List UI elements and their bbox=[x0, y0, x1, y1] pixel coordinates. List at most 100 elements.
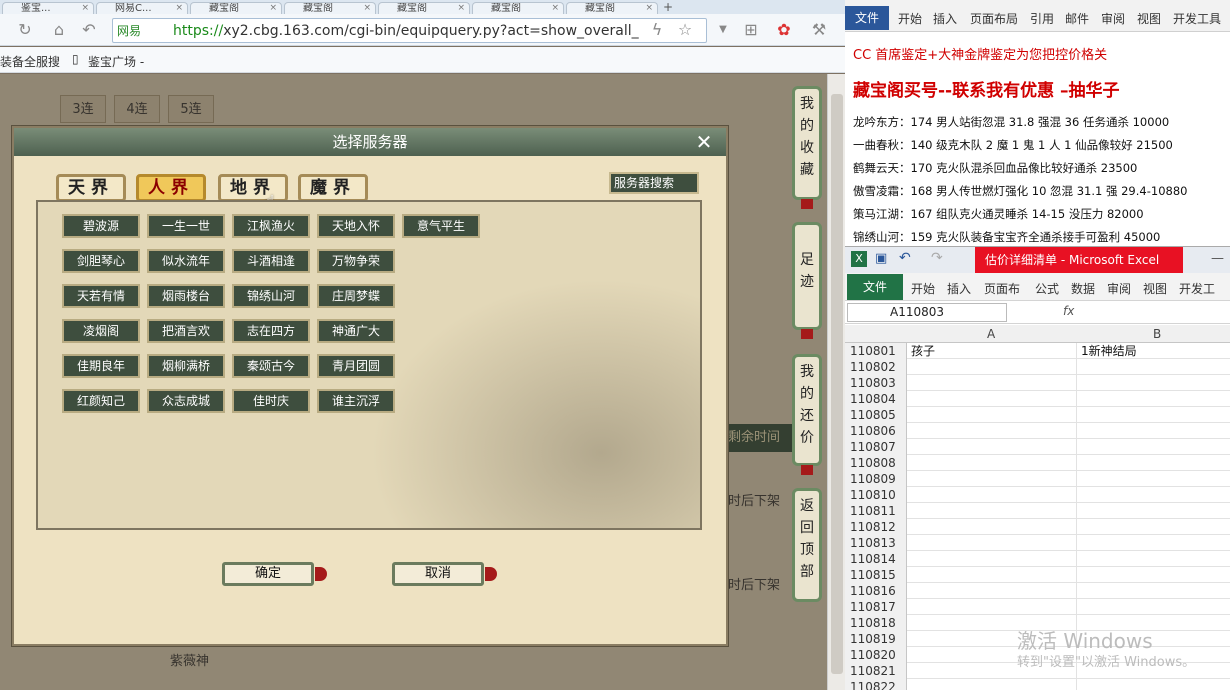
close-icon[interactable]: × bbox=[645, 3, 653, 14]
server-button[interactable]: 佳期良年 bbox=[62, 354, 140, 378]
server-button[interactable]: 万物争荣 bbox=[317, 249, 395, 273]
server-button[interactable]: 天地入怀 bbox=[317, 214, 395, 238]
row-number[interactable]: 110801 bbox=[845, 343, 907, 359]
table-row[interactable]: 110806 bbox=[845, 423, 1230, 439]
server-button[interactable]: 众志成城 bbox=[147, 389, 225, 413]
page-scrollbar[interactable] bbox=[827, 74, 845, 690]
cancel-button[interactable]: 取消 bbox=[392, 562, 497, 586]
table-row[interactable]: 110804 bbox=[845, 391, 1230, 407]
realm-tab-demon[interactable]: 魔界 bbox=[298, 174, 368, 202]
browser-tab[interactable]: 藏宝阁 × bbox=[284, 2, 376, 14]
server-button[interactable]: 烟柳满桥 bbox=[147, 354, 225, 378]
server-button[interactable]: 佳时庆 bbox=[232, 389, 310, 413]
row-number[interactable]: 110802 bbox=[845, 359, 907, 375]
column-header-b[interactable]: B bbox=[1153, 327, 1161, 341]
server-button[interactable]: 庄周梦蝶 bbox=[317, 284, 395, 308]
browser-tab[interactable]: 藏宝阁 × bbox=[472, 2, 564, 14]
browser-tab[interactable]: 网易C... × bbox=[96, 2, 188, 14]
browser-tab-active[interactable]: 藏宝阁 × bbox=[566, 2, 658, 14]
realm-tab-human[interactable]: 人界 bbox=[136, 174, 206, 202]
server-button[interactable]: 斗酒相逢 bbox=[232, 249, 310, 273]
wrench-icon[interactable]: ⚒ bbox=[810, 21, 828, 39]
close-icon[interactable]: × bbox=[81, 3, 89, 14]
excel-ribbon-tab[interactable]: 审阅 bbox=[1107, 280, 1131, 297]
row-number[interactable]: 110812 bbox=[845, 519, 907, 535]
table-row[interactable]: 110809 bbox=[845, 471, 1230, 487]
close-icon[interactable]: × bbox=[269, 3, 277, 14]
bookmark-item[interactable]: 装备全服搜 bbox=[0, 53, 60, 70]
word-ribbon-tab[interactable]: 开始 bbox=[898, 10, 922, 27]
browser-tab[interactable]: 藏宝阁 × bbox=[190, 2, 282, 14]
server-button[interactable]: 谁主沉浮 bbox=[317, 389, 395, 413]
back-icon[interactable]: ↶ bbox=[80, 21, 98, 39]
word-file-tab[interactable]: 文件 bbox=[845, 6, 889, 30]
table-row[interactable]: 110813 bbox=[845, 535, 1230, 551]
browser-tab[interactable]: 鉴宝... × bbox=[2, 2, 94, 14]
server-button[interactable]: 意气平生 bbox=[402, 214, 480, 238]
word-ribbon-tab[interactable]: 页面布局 bbox=[970, 10, 1018, 27]
server-button[interactable]: 天若有情 bbox=[62, 284, 140, 308]
row-number[interactable]: 110818 bbox=[845, 615, 907, 631]
excel-ribbon-tab[interactable]: 开发工 bbox=[1179, 280, 1215, 297]
url-text[interactable]: https://xy2.cbg.163.com/cgi-bin/equipque… bbox=[173, 23, 693, 39]
row-number[interactable]: 110821 bbox=[845, 663, 907, 679]
row-number[interactable]: 110814 bbox=[845, 551, 907, 567]
redo-icon[interactable]: ↷ bbox=[931, 250, 943, 266]
column-header-a[interactable]: A bbox=[987, 327, 995, 341]
excel-ribbon-tab[interactable]: 视图 bbox=[1143, 280, 1167, 297]
server-search-button[interactable]: 服务器搜索 bbox=[609, 172, 699, 194]
row-number[interactable]: 110803 bbox=[845, 375, 907, 391]
close-icon[interactable]: × bbox=[551, 3, 559, 14]
refresh-icon[interactable]: ↻ bbox=[16, 21, 34, 39]
server-button[interactable]: 红颜知己 bbox=[62, 389, 140, 413]
table-row[interactable]: 110815 bbox=[845, 567, 1230, 583]
excel-ribbon-tab[interactable]: 公式 bbox=[1035, 280, 1059, 297]
close-icon[interactable]: × bbox=[363, 3, 371, 14]
bookmark-item[interactable]: 鉴宝广场 - bbox=[88, 53, 144, 70]
row-number[interactable]: 110810 bbox=[845, 487, 907, 503]
my-favorites-button[interactable]: 我的收藏 bbox=[792, 86, 822, 209]
save-icon[interactable]: ▣ bbox=[875, 251, 887, 266]
row-number[interactable]: 110806 bbox=[845, 423, 907, 439]
name-box[interactable]: A110803 bbox=[847, 303, 1007, 322]
scroll-thumb[interactable] bbox=[831, 94, 843, 674]
table-row[interactable]: 110816 bbox=[845, 583, 1230, 599]
footprints-button[interactable]: 足迹 bbox=[792, 222, 822, 339]
dropdown-icon[interactable]: ▼ bbox=[714, 21, 732, 39]
server-button[interactable]: 神通广大 bbox=[317, 319, 395, 343]
word-ribbon-tab[interactable]: 引用 bbox=[1030, 10, 1054, 27]
server-button[interactable]: 凌烟阁 bbox=[62, 319, 140, 343]
back-to-top-button[interactable]: 返回顶部 bbox=[792, 488, 822, 602]
minimize-icon[interactable]: — bbox=[1211, 251, 1224, 266]
row-number[interactable]: 110804 bbox=[845, 391, 907, 407]
server-button[interactable]: 一生一世 bbox=[147, 214, 225, 238]
cell-a[interactable]: 孩子 bbox=[911, 343, 935, 359]
word-ribbon-tab[interactable]: 审阅 bbox=[1101, 10, 1125, 27]
table-row[interactable]: 110803 bbox=[845, 375, 1230, 391]
grid-icon[interactable]: ⊞ bbox=[742, 21, 760, 39]
close-icon[interactable]: × bbox=[457, 3, 465, 14]
browser-tab[interactable]: 藏宝阁 × bbox=[378, 2, 470, 14]
server-button[interactable]: 青月团圆 bbox=[317, 354, 395, 378]
table-row[interactable]: 110814 bbox=[845, 551, 1230, 567]
row-number[interactable]: 110822 bbox=[845, 679, 907, 690]
word-ribbon-tab[interactable]: 邮件 bbox=[1065, 10, 1089, 27]
close-icon[interactable]: ✕ bbox=[692, 130, 716, 154]
table-row[interactable]: 110811 bbox=[845, 503, 1230, 519]
confirm-button[interactable]: 确定 bbox=[222, 562, 327, 586]
url-bar[interactable]: 网易 https://xy2.cbg.163.com/cgi-bin/equip… bbox=[112, 18, 707, 43]
close-icon[interactable]: × bbox=[175, 3, 183, 14]
row-number[interactable]: 110811 bbox=[845, 503, 907, 519]
table-row[interactable]: 110807 bbox=[845, 439, 1230, 455]
row-number[interactable]: 110819 bbox=[845, 631, 907, 647]
table-row[interactable]: 110817 bbox=[845, 599, 1230, 615]
cell-b[interactable]: 1新神结局 bbox=[1081, 343, 1137, 359]
star-icon[interactable]: ☆ bbox=[676, 21, 694, 39]
realm-tab-earth[interactable]: 地界 bbox=[218, 174, 288, 202]
excel-ribbon-tab[interactable]: 页面布 bbox=[984, 280, 1020, 297]
row-number[interactable]: 110816 bbox=[845, 583, 907, 599]
server-button[interactable]: 烟雨楼台 bbox=[147, 284, 225, 308]
fx-icon[interactable]: fx bbox=[1063, 304, 1074, 318]
server-button[interactable]: 碧波源 bbox=[62, 214, 140, 238]
game-icon[interactable]: ✿ bbox=[775, 21, 793, 39]
